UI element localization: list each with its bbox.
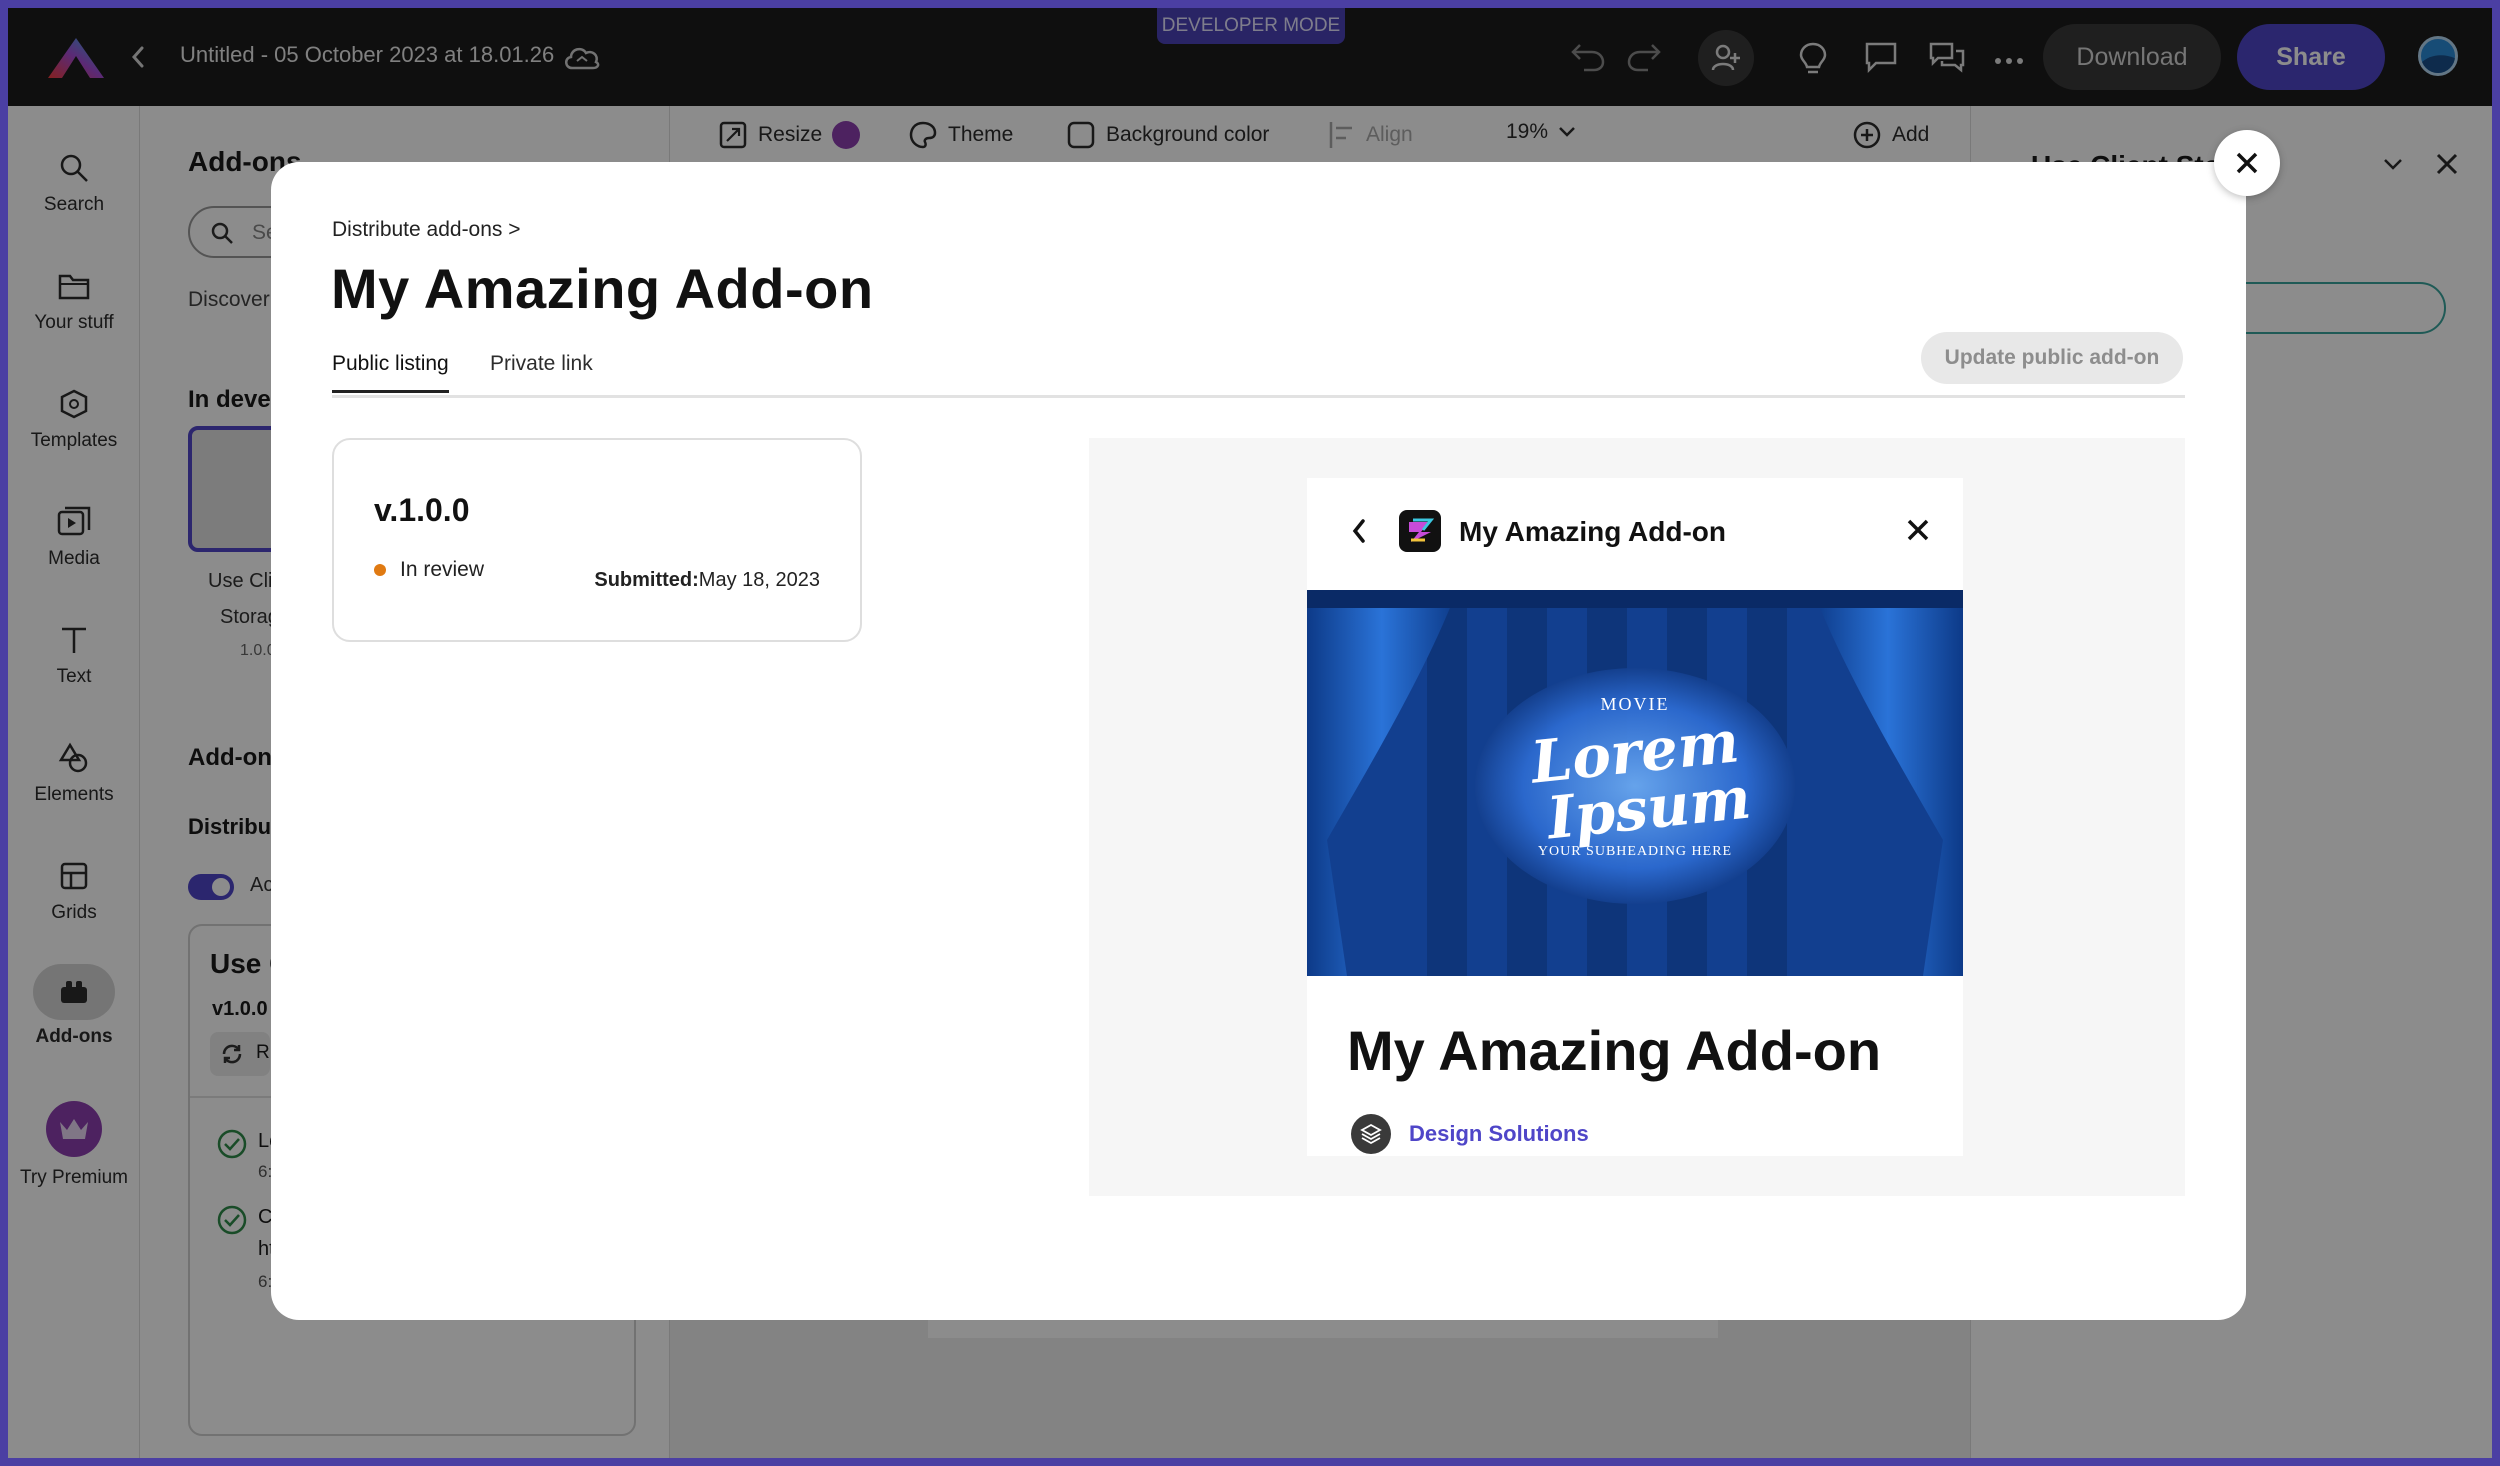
preview-header-title: My Amazing Add-on <box>1459 516 1727 547</box>
listing-tabs: Public listing Private link <box>332 352 2185 398</box>
close-icon <box>2236 152 2258 174</box>
banner-subheading: YOUR SUBHEADING HERE <box>1537 844 1733 859</box>
submitted-label: Submitted: <box>594 569 699 591</box>
status-text: In review <box>400 558 485 581</box>
author-name: Design Solutions <box>1409 1121 1589 1146</box>
distribute-modal: Distribute add-ons > My Amazing Add-on P… <box>271 162 2246 1320</box>
addon-app-icon <box>1399 510 1441 552</box>
close-icon[interactable] <box>1906 518 1930 547</box>
version-label: v.1.0.0 <box>374 492 470 528</box>
preview-title: My Amazing Add-on <box>1347 1019 1882 1082</box>
app-window: Untitled - 05 October 2023 at 18.01.26 D… <box>8 8 2492 1458</box>
listing-preview-card: My Amazing Add-on MOVIE Lorem Ipsum YOUR… <box>1307 478 1963 1156</box>
update-public-addon-button[interactable]: Update public add-on <box>1921 332 2183 384</box>
submitted-date: Submitted:May 18, 2023 <box>594 569 820 592</box>
submitted-value: May 18, 2023 <box>698 569 820 591</box>
back-chevron-icon[interactable] <box>1351 518 1367 549</box>
addon-banner-image: MOVIE Lorem Ipsum YOUR SUBHEADING HERE <box>1307 590 1963 976</box>
breadcrumb[interactable]: Distribute add-ons > <box>332 218 521 242</box>
version-card[interactable]: v.1.0.0 In review Submitted:May 18, 2023 <box>332 438 862 642</box>
tab-public-listing[interactable]: Public listing <box>332 352 449 393</box>
author-link[interactable]: Design Solutions <box>1351 1114 1589 1154</box>
tab-private-link[interactable]: Private link <box>490 352 593 390</box>
listing-preview-area: My Amazing Add-on MOVIE Lorem Ipsum YOUR… <box>1089 438 2185 1196</box>
status-badge: In review <box>374 558 484 582</box>
status-dot-icon <box>374 564 386 576</box>
author-logo-icon <box>1351 1114 1391 1154</box>
close-modal-button[interactable] <box>2214 130 2280 196</box>
page-title: My Amazing Add-on <box>331 257 874 320</box>
